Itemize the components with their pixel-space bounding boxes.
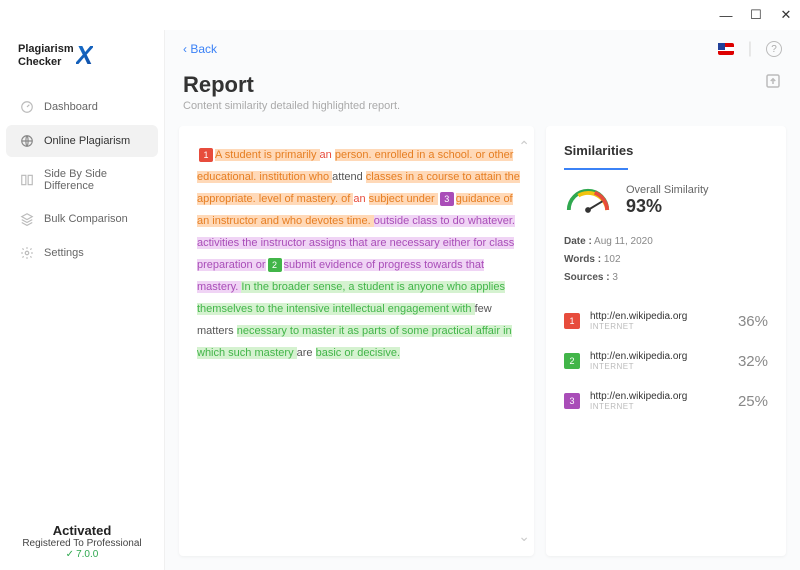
source-badge: 1 [564, 313, 580, 329]
sidebar-item-label: Side By Side Difference [44, 168, 144, 192]
sidebar-item-label: Settings [44, 247, 84, 259]
report-segment: an [320, 149, 335, 161]
maximize-button[interactable]: ☐ [750, 9, 762, 21]
report-segment: basic or decisive. [316, 347, 400, 359]
sidebar-item-online-plagiarism[interactable]: Online Plagiarism [6, 125, 158, 157]
source-marker[interactable]: 3 [440, 192, 454, 206]
main-area: ‹ Back | ? Report Content similarity det… [165, 30, 800, 570]
layers-icon [20, 212, 34, 226]
export-icon[interactable] [764, 72, 782, 90]
help-icon[interactable]: ? [766, 41, 782, 57]
sidebar-item-label: Dashboard [44, 101, 98, 113]
source-percentage: 25% [738, 393, 768, 410]
app-logo: Plagiarism Checker X [0, 30, 164, 89]
source-marker[interactable]: 2 [268, 258, 282, 272]
overall-percentage: 93% [626, 196, 709, 217]
source-url: http://en.wikipedia.org [590, 391, 728, 402]
gauge-icon [564, 186, 612, 216]
similarities-title: Similarities [564, 143, 633, 168]
report-meta: Date : Aug 11, 2020 Words : 102 Sources … [564, 233, 768, 287]
meta-sources: 3 [612, 272, 618, 283]
flag-icon[interactable] [718, 43, 734, 55]
sidebar-item-side-by-side[interactable]: Side By Side Difference [6, 159, 158, 201]
page-title: Report [183, 72, 400, 98]
source-type: INTERNET [590, 402, 728, 411]
globe-icon [20, 134, 34, 148]
sources-list: 1http://en.wikipedia.orgINTERNET36%2http… [564, 301, 768, 421]
source-type: INTERNET [590, 322, 728, 331]
logo-text-2: Checker [18, 56, 74, 68]
minimize-button[interactable]: — [720, 9, 732, 21]
sidebar-item-label: Bulk Comparison [44, 213, 128, 225]
report-text-panel: ⌃ 1A student is primarily an person. enr… [179, 126, 534, 556]
close-button[interactable]: ✕ [780, 9, 792, 21]
compare-icon [20, 173, 34, 187]
sidebar-item-dashboard[interactable]: Dashboard [6, 91, 158, 123]
report-segment: attend [332, 171, 366, 183]
sidebar-item-label: Online Plagiarism [44, 135, 130, 147]
page-header: Report Content similarity detailed highl… [165, 68, 800, 126]
license-status: Activated [10, 523, 154, 538]
gauge-icon [20, 100, 34, 114]
source-badge: 3 [564, 393, 580, 409]
report-segment: A student is primarily [215, 149, 320, 161]
source-percentage: 32% [738, 353, 768, 370]
source-row[interactable]: 3 http://en.wikipedia.orgINTERNET 25% [564, 381, 768, 421]
license-registration: Registered To Professional [10, 538, 154, 549]
source-url: http://en.wikipedia.org [590, 351, 728, 362]
source-url: http://en.wikipedia.org [590, 311, 728, 322]
report-segment: are [297, 347, 316, 359]
report-segment: subject under [369, 193, 438, 205]
report-segment: In the broader sense, a student is anyon… [197, 281, 505, 315]
sidebar-item-settings[interactable]: Settings [6, 237, 158, 269]
sidebar-item-bulk-comparison[interactable]: Bulk Comparison [6, 203, 158, 235]
gear-icon [20, 246, 34, 260]
report-body: 1A student is primarily an person. enrol… [197, 144, 522, 364]
topbar: ‹ Back | ? [165, 30, 800, 68]
sidebar: Plagiarism Checker X Dashboard Online Pl… [0, 30, 165, 570]
logo-text-1: Plagiarism [18, 43, 74, 55]
report-segment: an [353, 193, 368, 205]
license-version: 7.0.0 [10, 549, 154, 560]
overall-label: Overall Similarity [626, 184, 709, 196]
source-row[interactable]: 1 http://en.wikipedia.orgINTERNET 36% [564, 301, 768, 341]
nav: Dashboard Online Plagiarism Side By Side… [0, 89, 164, 513]
report-segment: necessary to master it as parts [237, 325, 390, 337]
logo-x-icon: X [76, 40, 93, 71]
scroll-down-icon[interactable]: ⌄ [518, 522, 530, 550]
page-subtitle: Content similarity detailed highlighted … [183, 100, 400, 112]
meta-words: 102 [604, 254, 621, 265]
source-row[interactable]: 2 http://en.wikipedia.orgINTERNET 32% [564, 341, 768, 381]
back-button[interactable]: ‹ Back [183, 42, 217, 56]
source-badge: 2 [564, 353, 580, 369]
similarities-panel: Similarities Overall Similarity 93% Date… [546, 126, 786, 556]
license-info: Activated Registered To Professional 7.0… [0, 513, 164, 570]
meta-date: Aug 11, 2020 [594, 236, 653, 247]
source-type: INTERNET [590, 362, 728, 371]
source-percentage: 36% [738, 313, 768, 330]
scroll-up-icon[interactable]: ⌃ [518, 132, 530, 160]
window-titlebar: — ☐ ✕ [0, 0, 800, 30]
source-marker[interactable]: 1 [199, 148, 213, 162]
